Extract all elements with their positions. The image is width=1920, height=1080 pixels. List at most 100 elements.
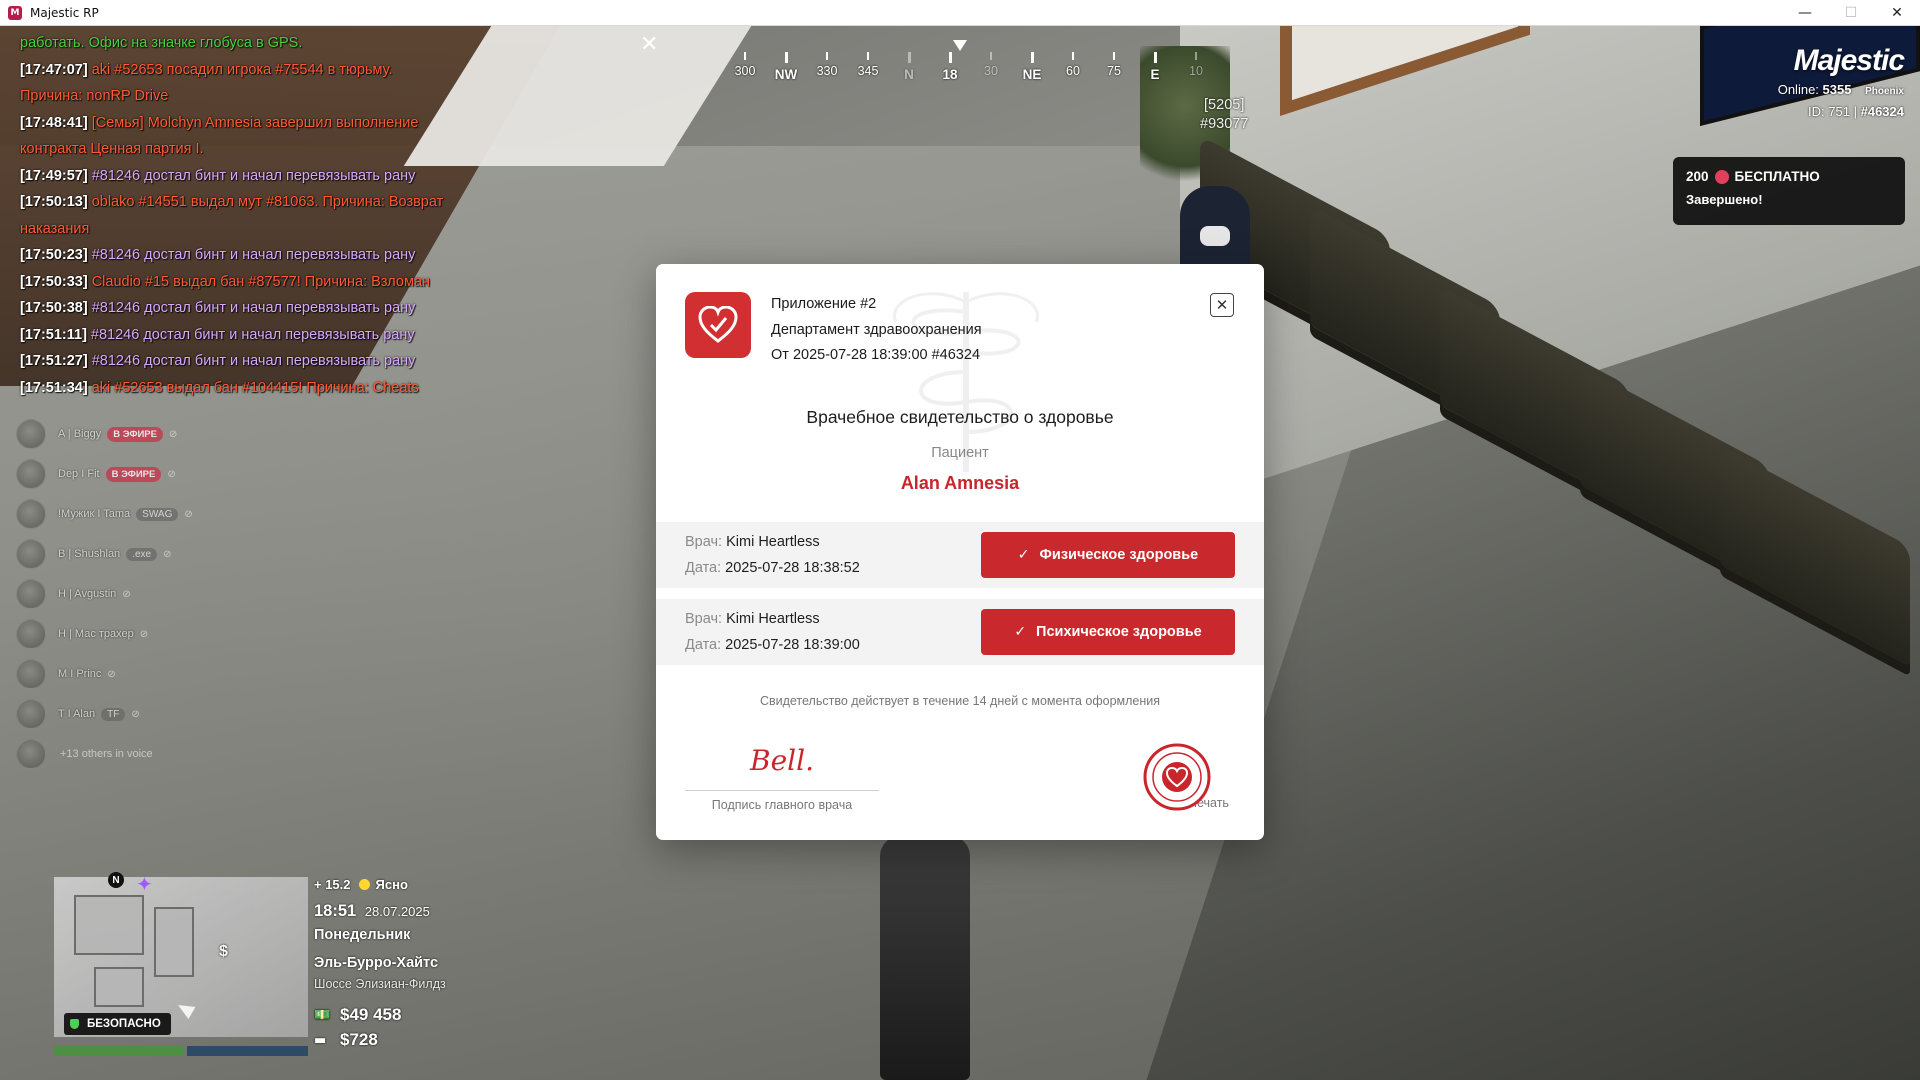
close-icon[interactable]: ✕ xyxy=(640,32,658,57)
shop-icon: $ xyxy=(219,943,228,960)
voice-member-name: B | Shushlan xyxy=(58,548,121,560)
chat-timestamp: [17:50:38] xyxy=(20,300,88,316)
health-bar xyxy=(54,1046,184,1056)
health-app-icon xyxy=(685,292,751,358)
compass-tick: E xyxy=(1135,52,1175,82)
temperature: + 15.2 xyxy=(314,877,351,892)
avatar xyxy=(16,539,46,569)
online-count: 5355 xyxy=(1822,82,1852,97)
id-value: 751 xyxy=(1828,104,1850,119)
physical-health-button[interactable]: ✓ Физическое здоровье xyxy=(981,532,1235,578)
chat-timestamp: [17:51:27] xyxy=(20,353,88,369)
map-building xyxy=(74,895,144,955)
majestic-logo: Majestic xyxy=(1793,44,1905,77)
north-icon: N xyxy=(108,872,124,888)
weekday: Понедельник xyxy=(314,927,411,943)
chat-timestamp: [17:51:11] xyxy=(20,326,87,343)
patient-label: Пациент xyxy=(931,445,989,461)
doctor-label: Врач: xyxy=(685,611,723,627)
chat-message: Claudio #15 выдал бан #87577! Причина: В… xyxy=(91,273,431,290)
mental-health-button[interactable]: ✓ Психическое здоровье xyxy=(981,609,1235,655)
voice-member: T I Alan TF ⊘ xyxy=(16,694,193,734)
notification-amount: 200 xyxy=(1686,169,1709,184)
compass-tick-label: NW xyxy=(774,67,798,82)
cash-icon: 💵 xyxy=(314,1007,331,1023)
compass-tick: 60 xyxy=(1053,52,1093,78)
voice-member-name: Dep I Fit xyxy=(58,468,100,480)
chat-line: Причина: nonRP Drive xyxy=(20,83,490,110)
safe-zone-label: БЕЗОПАСНО xyxy=(87,1018,161,1030)
compass-tick-label: 10 xyxy=(1189,64,1203,78)
armor-fill xyxy=(187,1046,308,1056)
map-building xyxy=(94,967,144,1007)
hud-info: + 15.2 Ясно 18:51 28.07.2025 Понедельник… xyxy=(314,877,446,1050)
date: 28.07.2025 xyxy=(364,904,430,919)
compass-tick: NE xyxy=(1012,52,1052,82)
close-window-button[interactable]: ✕ xyxy=(1874,0,1920,26)
mental-health-label: Психическое здоровье xyxy=(1036,624,1202,640)
doctor-label: Врач: xyxy=(685,534,723,550)
chat-timestamp: [17:50:13] xyxy=(20,194,88,210)
validity-note: Свидетельство действует в течение 14 дне… xyxy=(759,694,1161,708)
compass-tick-mark xyxy=(867,52,869,60)
patient-name: Alan Amnesia xyxy=(900,473,1020,493)
minimize-button[interactable]: — xyxy=(1782,0,1828,26)
date-value: 2025-07-28 18:39:00 xyxy=(725,637,860,653)
compass-tick: 30 xyxy=(971,52,1011,78)
voice-more: +13 others in voice xyxy=(16,734,193,774)
close-button[interactable]: ✕ xyxy=(1210,293,1234,317)
voice-member-name: M I Princ xyxy=(58,668,102,680)
heading-pointer-icon xyxy=(953,40,967,51)
card-icon: ▬ xyxy=(314,1032,327,1048)
sun-icon xyxy=(358,879,370,890)
voice-member-name: H | Avgustin xyxy=(58,588,117,600)
compass-tick-label: NE xyxy=(1022,67,1042,82)
voice-member-name: A | Biggy xyxy=(58,428,102,440)
check-icon: ✓ xyxy=(1017,547,1030,563)
ems-stamp-icon xyxy=(1143,743,1211,811)
chat-timestamp: [17:48:41] xyxy=(20,114,88,131)
compass-tick-mark xyxy=(1030,52,1034,63)
avatar xyxy=(16,659,46,689)
chair xyxy=(1720,445,1910,667)
compass-tick-mark xyxy=(1153,52,1157,63)
chat-timestamp: [17:51:34] xyxy=(20,379,88,396)
compass-tick: NW xyxy=(766,52,806,82)
physical-health-label: Физическое здоровье xyxy=(1039,547,1199,563)
maximize-button[interactable]: ☐ xyxy=(1828,0,1874,26)
player-static-id: #93077 xyxy=(1200,116,1249,132)
compass-tick-label: 30 xyxy=(984,64,998,78)
compass-tick: N xyxy=(889,52,929,82)
status-bars xyxy=(54,1046,308,1056)
id-label: ID: xyxy=(1808,104,1825,119)
voice-member: Dep I Fit В ЭФИРЕ ⊘ xyxy=(16,454,193,494)
avatar xyxy=(16,579,46,609)
chat-line: контракта Ценная партия I. xyxy=(20,136,490,163)
record-date: Дата: 2025-07-28 18:38:52 xyxy=(685,560,860,576)
compass-tick-mark xyxy=(1113,52,1115,60)
compass-tick-label: 330 xyxy=(816,64,838,78)
time: 18:51 xyxy=(314,902,357,920)
armor-bar xyxy=(187,1046,308,1056)
compass-tick-mark xyxy=(990,52,992,60)
chat-message: aki #52653 выдал бан #104415! Причина: C… xyxy=(91,379,419,396)
record-doctor: Врач: Kimi Heartless xyxy=(685,534,820,550)
chat-line: [17:51:11] #81246 достал бинт и начал пер… xyxy=(20,322,490,349)
compass-tick-label: 300 xyxy=(734,64,756,78)
voice-member-name: !Мужик I Tama xyxy=(58,508,131,520)
certificate-title: Врачебное свидетельство о здоровье xyxy=(806,407,1114,427)
server-brand: Majestic Online: 5355 Phoenix ID: 751 | … xyxy=(1778,44,1905,119)
compass-tick-mark xyxy=(826,52,828,60)
chat-line: наказания xyxy=(20,216,490,243)
muted-icon: ⊘ xyxy=(122,588,131,600)
date-label: Дата: xyxy=(685,637,722,653)
chat-line: работать. Офис на значке глобуса в GPS. xyxy=(20,30,490,57)
date-value: 2025-07-28 18:38:52 xyxy=(725,560,860,576)
server-name: Phoenix xyxy=(1865,86,1904,97)
weather: + 15.2 Ясно xyxy=(314,877,446,892)
chat-line: [17:50:23] #81246 достал бинт и начал пер… xyxy=(20,242,490,269)
voice-member: A | Biggy В ЭФИРЕ ⊘ xyxy=(16,414,193,454)
chat-message: наказания xyxy=(20,220,90,237)
chat-line: [17:50:38] #81246 достал бинт и начал пер… xyxy=(20,295,490,322)
compass-tick-label: 18 xyxy=(942,67,958,82)
